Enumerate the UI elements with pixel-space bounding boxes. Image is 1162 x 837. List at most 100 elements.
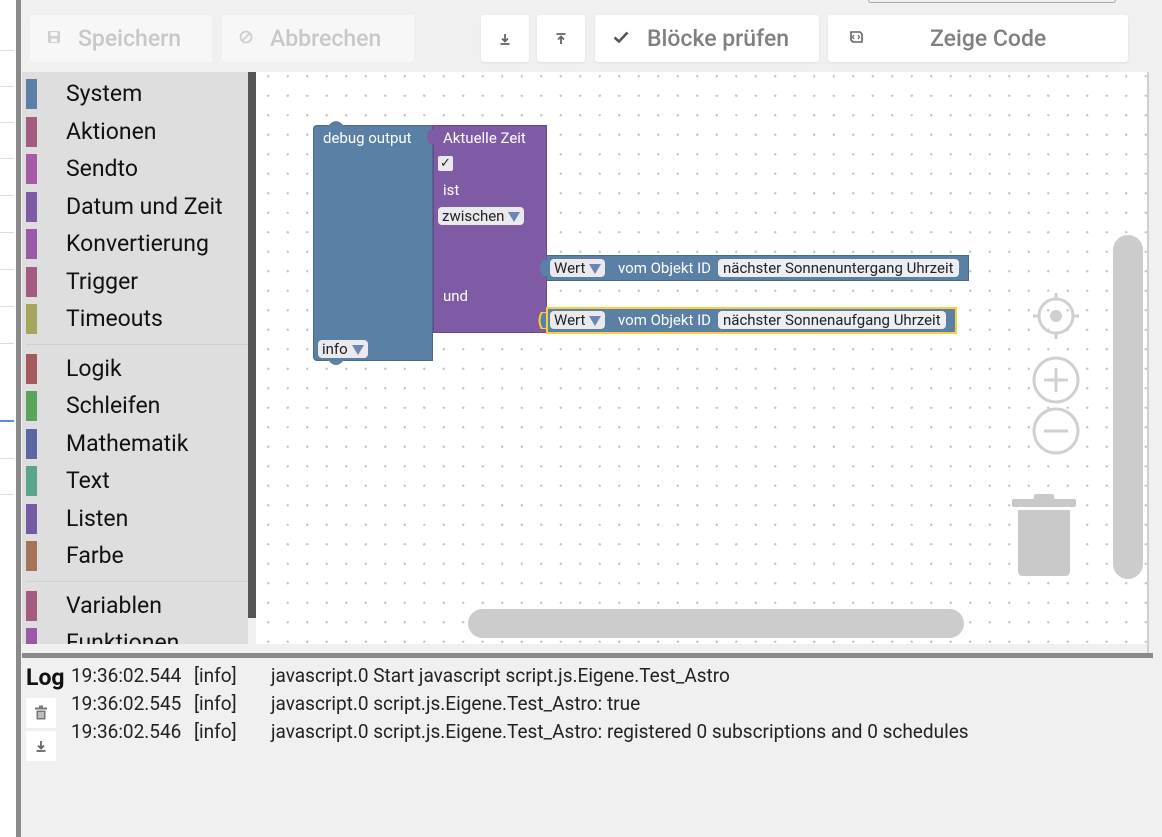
object-value: nächster Sonnenuntergang Uhrzeit <box>723 259 954 277</box>
category-label: Timeouts <box>66 305 163 332</box>
category-trigger[interactable]: Trigger <box>26 264 248 300</box>
debug-level-value: info <box>322 340 348 358</box>
current-time-label: Aktuelle Zeit <box>443 129 526 147</box>
category-text[interactable]: Text <box>26 463 248 499</box>
log-time: 19:36:02.544 <box>71 664 182 687</box>
category-color <box>26 79 37 109</box>
clear-log-button[interactable] <box>26 698 56 728</box>
sunset-value-dropdown[interactable]: Wert <box>550 259 606 277</box>
upload-icon <box>554 25 568 52</box>
category-label: Schleifen <box>66 392 161 419</box>
block-notch <box>328 121 344 126</box>
zoom-out-icon[interactable] <box>1032 407 1080 455</box>
category-farbe[interactable]: Farbe <box>26 538 248 574</box>
panel-divider[interactable] <box>16 0 21 837</box>
workspace-horizontal-scrollbar[interactable] <box>468 609 964 638</box>
cancel-button[interactable]: Abbrechen <box>222 15 414 62</box>
category-system[interactable]: System <box>26 76 248 112</box>
save-button[interactable]: Speichern <box>30 15 212 62</box>
category-label: Datum und Zeit <box>66 193 223 220</box>
save-icon <box>44 30 64 48</box>
category-color <box>26 304 37 334</box>
category-color <box>26 154 37 184</box>
category-label: Aktionen <box>66 118 157 145</box>
log-message: javascript.0 script.js.Eigene.Test_Astro… <box>271 692 641 715</box>
sunset-object-field[interactable]: nächster Sonnenuntergang Uhrzeit <box>718 259 959 277</box>
category-color <box>26 267 37 297</box>
category-schleifen[interactable]: Schleifen <box>26 388 248 424</box>
category-konvertierung[interactable]: Konvertierung <box>26 226 248 262</box>
category-funktionen[interactable]: Funktionen <box>26 625 248 644</box>
debug-level-dropdown[interactable]: info <box>318 340 368 358</box>
category-aktionen[interactable]: Aktionen <box>26 114 248 150</box>
time-checkbox[interactable]: ✓ <box>438 156 453 171</box>
top-search-field[interactable] <box>868 0 1116 3</box>
workspace-vertical-scrollbar[interactable] <box>1113 235 1143 579</box>
chevron-down-icon <box>508 212 521 223</box>
category-color <box>26 541 37 571</box>
category-label: Variablen <box>66 592 162 619</box>
category-sendto[interactable]: Sendto <box>26 151 248 187</box>
toolbox-separator <box>26 581 248 582</box>
block-tab <box>328 360 344 365</box>
category-color <box>26 504 37 534</box>
toolbox-separator <box>26 344 248 345</box>
category-timeouts[interactable]: Timeouts <box>26 301 248 337</box>
category-label: Farbe <box>66 542 124 569</box>
sunrise-object-field[interactable]: nächster Sonnenaufgang Uhrzeit <box>718 311 946 329</box>
log-level: [info] <box>194 720 237 743</box>
recenter-icon[interactable] <box>1032 292 1080 340</box>
category-color <box>26 192 37 222</box>
time-is-label: ist <box>443 181 460 199</box>
category-datum-und-zeit[interactable]: Datum und Zeit <box>26 189 248 225</box>
chevron-down-icon <box>351 345 364 356</box>
trash-icon[interactable] <box>1012 493 1078 578</box>
selected-script-marker[interactable] <box>0 382 14 422</box>
editor-toolbar: Speichern Abbrechen Blöcke prüfen Zeige … <box>22 0 1162 70</box>
download-log-button[interactable] <box>26 731 56 761</box>
check-blocks-label: Blöcke prüfen <box>647 25 790 52</box>
category-label: Listen <box>66 505 129 532</box>
show-code-button[interactable]: Zeige Code <box>828 15 1128 62</box>
check-icon <box>611 30 631 48</box>
category-listen[interactable]: Listen <box>26 501 248 537</box>
debug-output-block[interactable]: debug output info <box>313 125 433 361</box>
category-variablen[interactable]: Variablen <box>26 588 248 624</box>
download-icon <box>498 25 512 52</box>
category-logik[interactable]: Logik <box>26 351 248 387</box>
category-label: Konvertierung <box>66 230 209 257</box>
category-label: Sendto <box>66 155 138 182</box>
download-icon <box>36 741 46 752</box>
object-value: nächster Sonnenaufgang Uhrzeit <box>723 311 941 329</box>
blockly-toolbox: System Aktionen Sendto Datum und Zeit Ko… <box>22 72 248 644</box>
zoom-in-icon[interactable] <box>1032 356 1080 404</box>
trash-icon <box>35 705 47 720</box>
cancel-label: Abbrechen <box>270 25 382 52</box>
block-output-tab <box>538 312 547 329</box>
sunrise-object-block[interactable]: Wert vom Objekt ID nächster Sonnenaufgan… <box>546 307 957 334</box>
export-blocks-button[interactable] <box>481 15 529 62</box>
category-mathematik[interactable]: Mathematik <box>26 426 248 462</box>
checkbox-check: ✓ <box>440 156 451 171</box>
log-title: Log <box>26 664 65 691</box>
category-color <box>26 229 37 259</box>
block-output-tab <box>540 260 547 276</box>
log-panel: Log 19:36:02.544 [info] javascript.0 Sta… <box>22 658 1162 837</box>
log-level: [info] <box>194 692 237 715</box>
check-blocks-button[interactable]: Blöcke prüfen <box>595 15 819 62</box>
sunrise-value-dropdown[interactable]: Wert <box>550 311 606 329</box>
cancel-icon <box>236 30 256 48</box>
category-label: Logik <box>66 355 122 382</box>
category-color <box>26 354 37 384</box>
time-mode-dropdown[interactable]: zwischen <box>438 207 525 225</box>
value-label: Wert <box>554 259 586 277</box>
category-label: Trigger <box>66 268 139 295</box>
current-time-block[interactable]: Aktuelle Zeit ✓ ist zwischen und <box>433 125 547 333</box>
sunset-object-block[interactable]: Wert vom Objekt ID nächster Sonnenunterg… <box>546 255 969 281</box>
toolbox-scrollbar[interactable] <box>248 72 256 618</box>
log-time: 19:36:02.546 <box>71 720 182 743</box>
log-message: javascript.0 script.js.Eigene.Test_Astro… <box>271 720 969 743</box>
import-blocks-button[interactable] <box>537 15 585 62</box>
category-color <box>26 117 37 147</box>
log-time: 19:36:02.545 <box>71 692 182 715</box>
